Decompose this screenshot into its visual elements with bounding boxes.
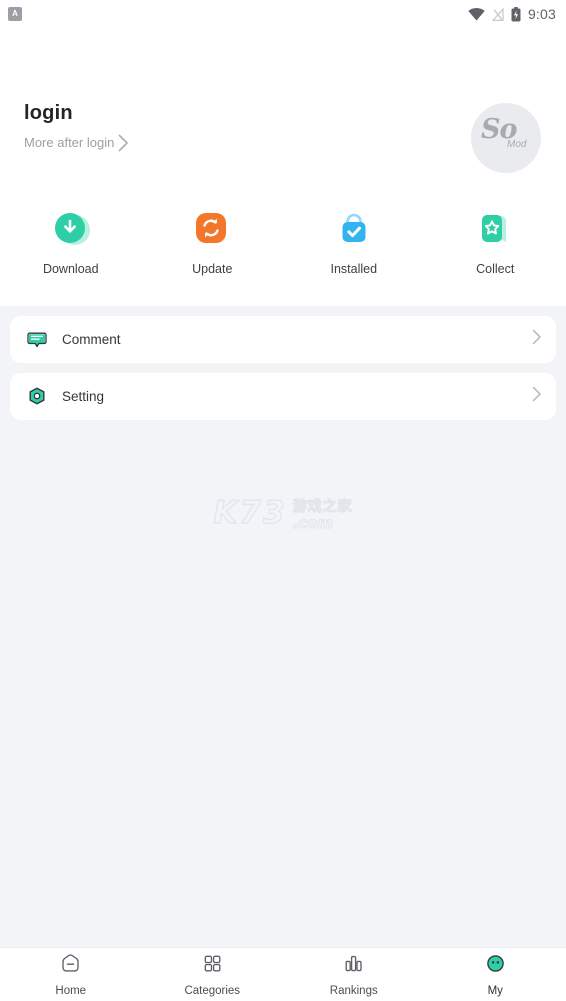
quick-actions: Download Update Installed Collect [0, 186, 566, 306]
bar-chart-icon [342, 952, 365, 980]
quick-action-label: Update [192, 262, 233, 276]
watermark-right: 游戏之家 .com [292, 498, 353, 532]
chevron-right-icon[interactable] [532, 386, 542, 407]
login-subtitle: More after login [24, 135, 115, 150]
quick-action-update[interactable]: Update [142, 208, 284, 276]
nav-item-label: Home [55, 985, 87, 997]
installed-bag-icon [333, 208, 375, 250]
quick-action-download[interactable]: Download [0, 208, 142, 276]
quick-action-label: Installed [330, 262, 378, 276]
status-bar: A 9:03 [0, 0, 566, 28]
profile-header: login More after login So Mod Download U… [0, 28, 566, 306]
menu-item-setting[interactable]: Setting [10, 373, 556, 420]
wifi-icon [468, 7, 485, 21]
avatar[interactable]: So Mod [471, 103, 541, 173]
watermark-cn: 游戏之家 [292, 498, 353, 514]
status-bar-left: A [8, 7, 22, 21]
watermark-brand: K73 [213, 495, 287, 531]
menu-item-label: Comment [62, 332, 121, 347]
chevron-right-icon[interactable] [118, 134, 129, 157]
menu-item-comment[interactable]: Comment [10, 316, 556, 363]
quick-action-collect[interactable]: Collect [425, 208, 566, 276]
nav-item-label: My [487, 985, 503, 997]
nav-item-rankings[interactable]: Rankings [283, 948, 425, 1001]
app-screen: A 9:03 login More after login So Mod Dow… [0, 0, 566, 1001]
nav-item-label: Rankings [329, 985, 378, 997]
avatar-logo: So Mod [477, 114, 535, 160]
quick-action-label: Collect [476, 262, 515, 276]
download-icon [50, 208, 92, 250]
clock-label: 9:03 [527, 6, 556, 22]
comment-icon [26, 329, 48, 351]
chevron-right-icon[interactable] [532, 329, 542, 350]
nav-item-label: Categories [184, 985, 241, 997]
nav-item-home[interactable]: Home [0, 948, 142, 1001]
home-icon [59, 952, 82, 980]
battery-icon [511, 6, 521, 22]
menu-item-label: Setting [62, 389, 105, 404]
login-text-group: login More after login [24, 100, 114, 151]
login-title: login [24, 102, 73, 124]
login-row[interactable]: login More after login So Mod [0, 100, 566, 186]
grid-icon [201, 952, 224, 980]
watermark-domain: .com [292, 514, 334, 532]
status-bar-right: 9:03 [468, 6, 556, 22]
bottom-navigation: Home Categories Rankings My [0, 947, 566, 1001]
quick-action-installed[interactable]: Installed [283, 208, 425, 276]
collect-star-icon [474, 208, 516, 250]
content-area: K73 游戏之家 .com [0, 430, 566, 947]
nav-item-categories[interactable]: Categories [142, 948, 284, 1001]
profile-avatar-icon [484, 952, 507, 980]
nav-item-my[interactable]: My [425, 948, 566, 1001]
app-badge-icon: A [8, 7, 22, 21]
menu-card-list: Comment Setting [0, 306, 566, 430]
update-icon [191, 208, 233, 250]
setting-icon [26, 386, 48, 408]
watermark: K73 游戏之家 .com [0, 495, 566, 532]
signal-off-icon [491, 7, 504, 21]
quick-action-label: Download [42, 262, 99, 276]
avatar-logo-sub: Mod [507, 139, 527, 150]
